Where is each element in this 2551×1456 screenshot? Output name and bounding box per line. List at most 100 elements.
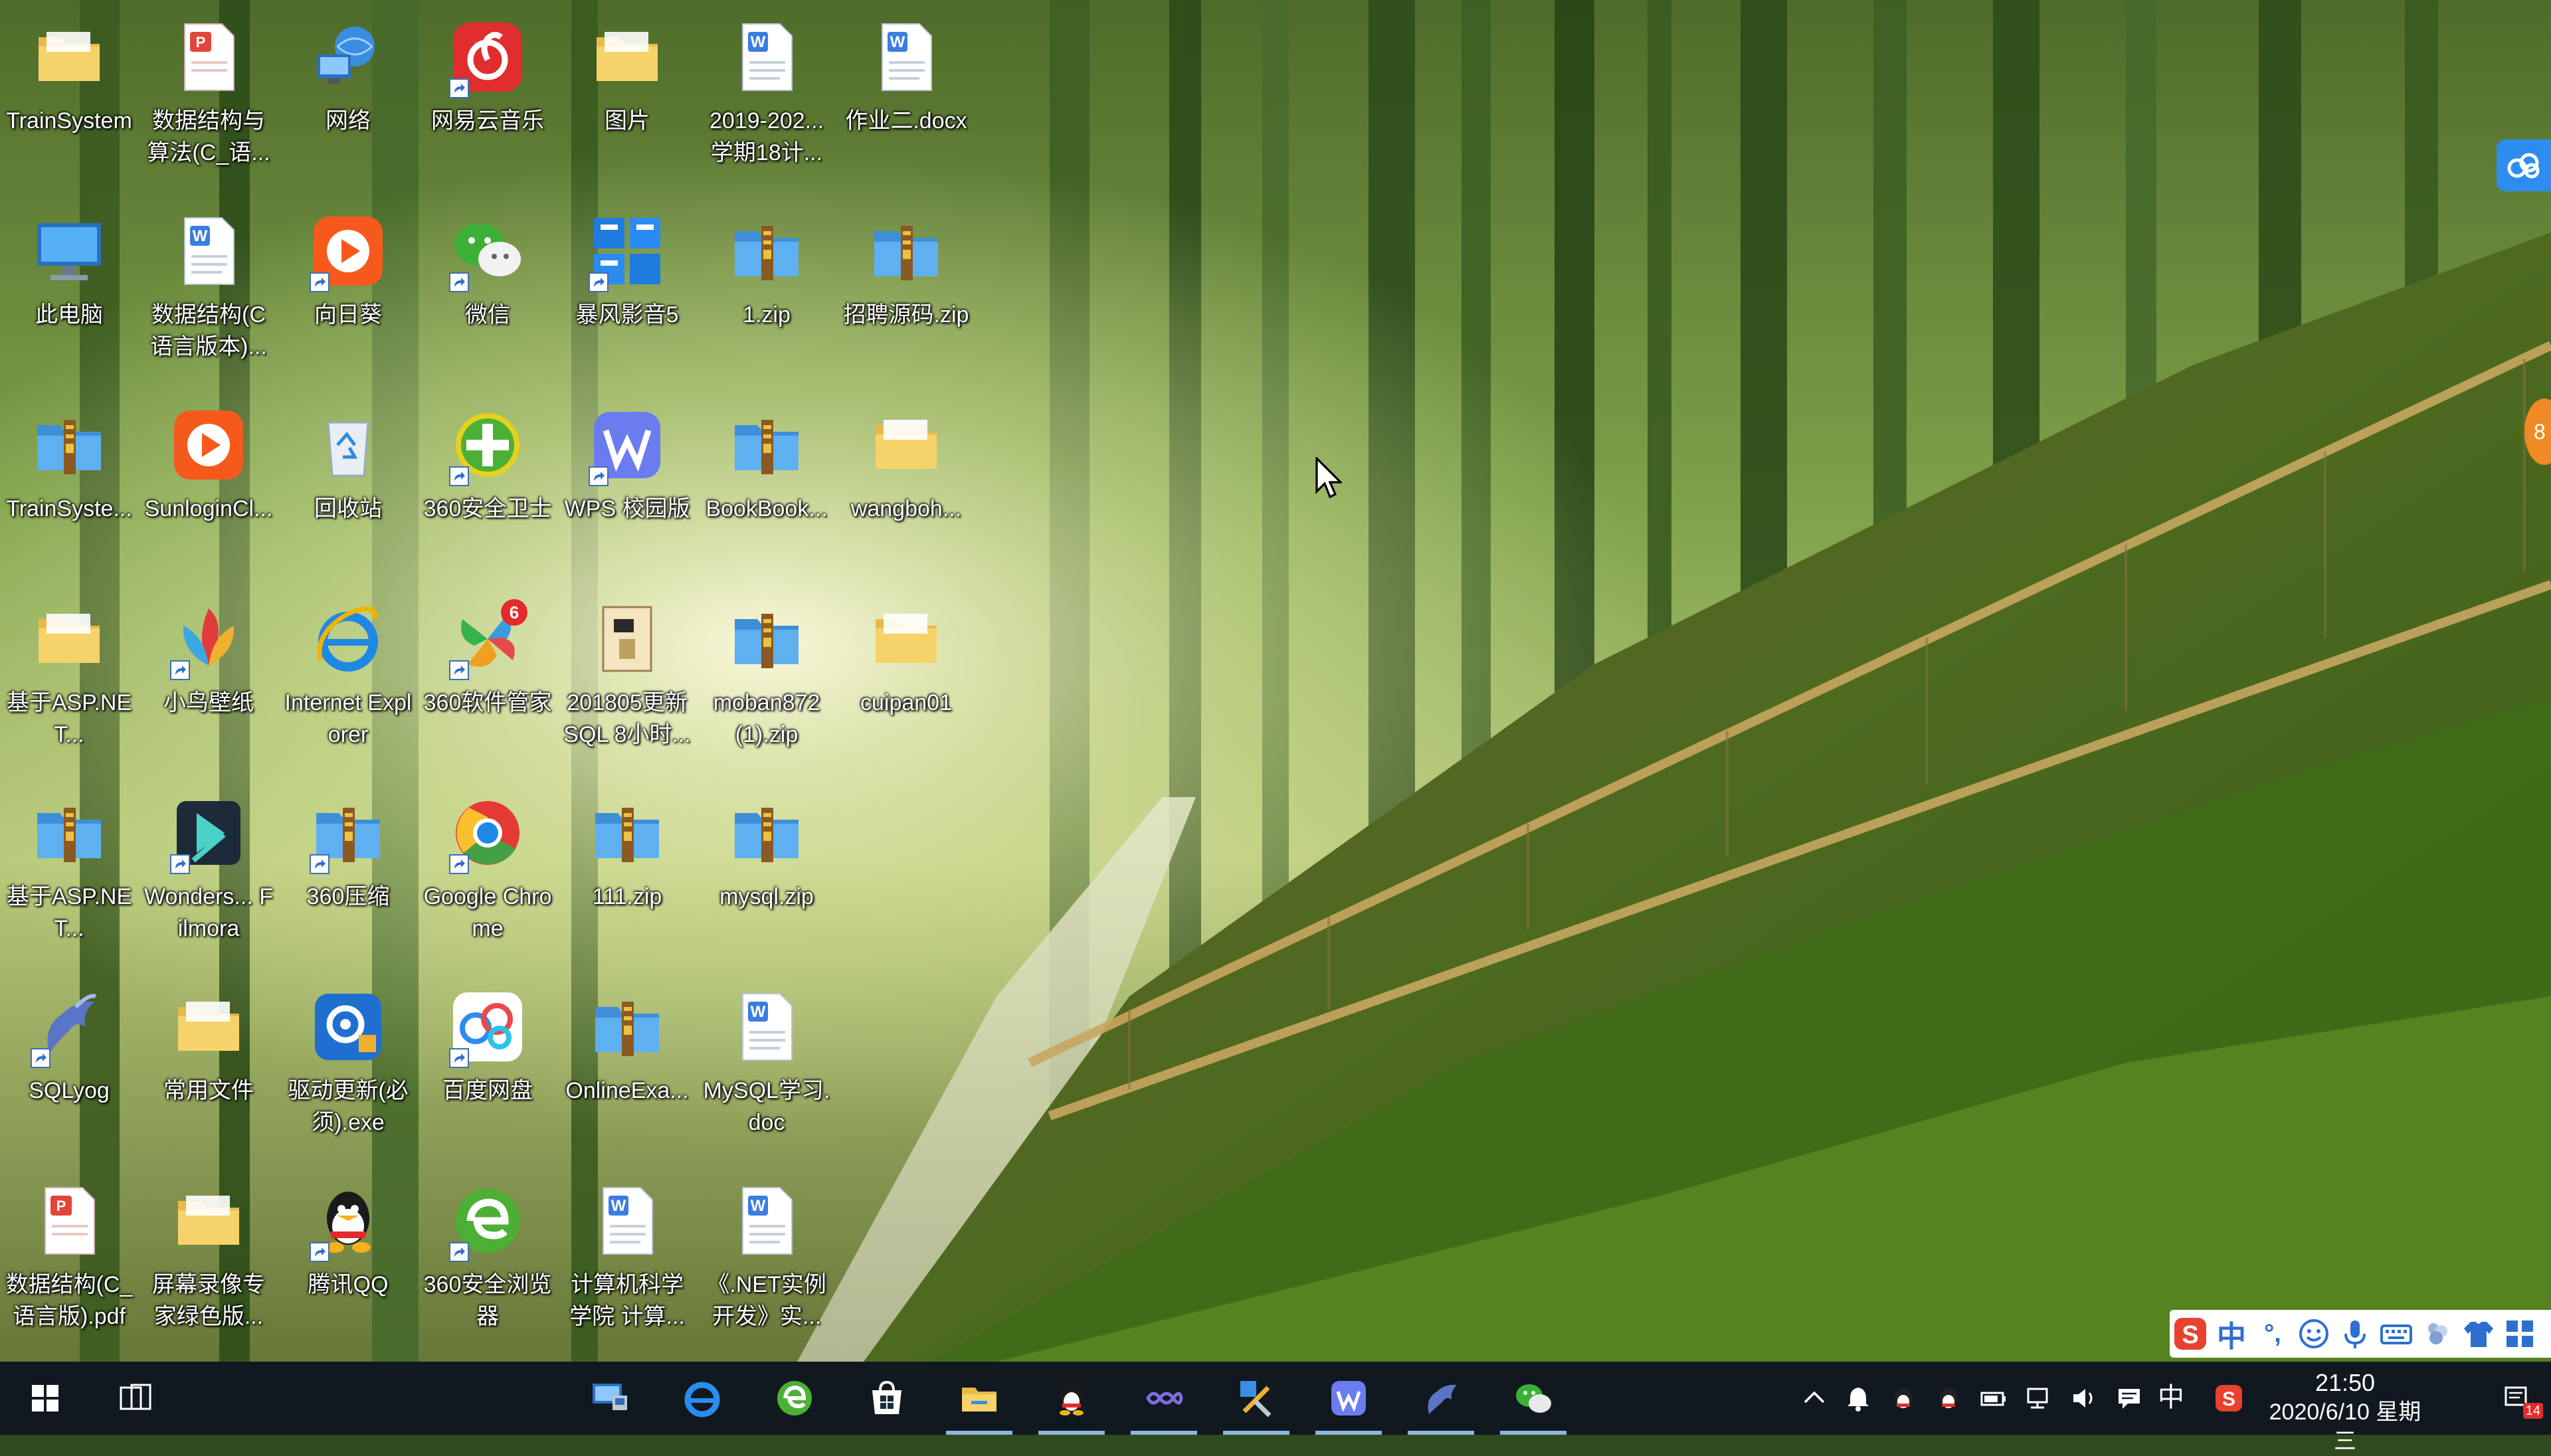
desktop-icon[interactable]: 暴风影音5: [561, 197, 694, 389]
tray-sogou[interactable]: S: [2212, 1382, 2245, 1415]
shortcut-arrow-icon: [449, 272, 469, 292]
task-view-button[interactable]: [93, 1362, 178, 1435]
tray-bell[interactable]: [1842, 1382, 1875, 1415]
desktop-icon[interactable]: W 数据结构(C语言版本)...: [142, 197, 275, 389]
shirt-icon[interactable]: [2458, 1313, 2499, 1354]
desktop-icon[interactable]: TrainSyste...: [3, 391, 136, 583]
desktop-icon-label: moban872(1).zip: [713, 690, 820, 747]
desktop-icon[interactable]: P 数据结构与算法(C_语...: [142, 3, 275, 195]
shortcut-arrow-icon: [449, 660, 469, 680]
file-explorer-icon: [958, 1377, 1000, 1419]
desktop-icon[interactable]: 常用文件: [142, 972, 275, 1165]
tray-message[interactable]: [2113, 1382, 2146, 1415]
taskbar-app-vs[interactable]: [1121, 1362, 1206, 1435]
desktop-icon[interactable]: 6 360软件管家: [421, 585, 554, 777]
desktop-icon-label: Internet Explorer: [284, 690, 412, 747]
taskbar-app-360-browser[interactable]: [752, 1362, 837, 1435]
desktop-icon[interactable]: 360压缩: [282, 778, 415, 971]
desktop-icon[interactable]: 基于ASP.NET...: [3, 778, 136, 971]
tray-network[interactable]: [2022, 1382, 2055, 1415]
sogou-logo-icon[interactable]: S: [2170, 1313, 2211, 1354]
360-browser-icon: [448, 1181, 527, 1262]
taskbar-app-remote-desktop[interactable]: [567, 1362, 652, 1435]
desktop-icon[interactable]: 腾讯QQ: [282, 1166, 415, 1359]
tray-clock[interactable]: 21:50 2020/6/10 星期三: [2265, 1368, 2425, 1456]
desktop-icon[interactable]: 此电脑: [3, 197, 136, 389]
grid-menu-icon[interactable]: [2499, 1313, 2540, 1354]
taskbar-app-wechat[interactable]: [1491, 1362, 1576, 1435]
desktop-icon[interactable]: moban872(1).zip: [700, 585, 833, 777]
sqlyog-icon: [29, 987, 109, 1068]
desktop-icon[interactable]: 百度网盘: [421, 972, 554, 1165]
desktop-icon[interactable]: cuipan01: [840, 585, 973, 777]
svg-text:S: S: [2222, 1388, 2235, 1410]
sogou-ime-toolbar: S 中 °,: [2170, 1310, 2551, 1358]
taskbar-app-sqlyog[interactable]: [1398, 1362, 1483, 1435]
wechat-icon: [448, 211, 527, 292]
desktop-icon[interactable]: WPS 校园版: [561, 391, 694, 583]
chrome-icon: [448, 793, 527, 874]
taskbar-app-qq[interactable]: [1029, 1362, 1114, 1435]
desktop-icon[interactable]: SQLyog: [3, 972, 136, 1165]
taskbar-app-store[interactable]: [844, 1362, 929, 1435]
ime-punct-toggle[interactable]: °,: [2252, 1313, 2293, 1354]
desktop-icon[interactable]: 360安全浏览器: [421, 1166, 554, 1359]
desktop-icon-label: wangboh...: [850, 496, 962, 521]
desktop-icon[interactable]: 360安全卫士: [421, 391, 554, 583]
desktop-icon[interactable]: W 计算机科学学院 计算...: [561, 1166, 694, 1359]
ime-mode-toggle[interactable]: 中: [2211, 1313, 2252, 1354]
desktop-icon[interactable]: 屏幕录像专家绿色版...: [142, 1166, 275, 1359]
shortcut-arrow-icon: [449, 854, 469, 874]
shortcut-arrow-icon: [449, 1242, 469, 1262]
tray-qq-2[interactable]: [1932, 1382, 1965, 1415]
desktop-icon[interactable]: Wonders... Filmora: [142, 778, 275, 971]
keyboard-icon[interactable]: [2376, 1313, 2417, 1354]
desktop-icon[interactable]: 图片: [561, 3, 694, 195]
start-button[interactable]: [3, 1362, 88, 1435]
desktop-icon[interactable]: Google Chrome: [421, 778, 554, 971]
svg-text:W: W: [611, 1197, 626, 1215]
desktop-icon[interactable]: W MySQL学习.doc: [700, 972, 833, 1165]
desktop-icon[interactable]: SunloginCl...: [142, 391, 275, 583]
desktop-icon[interactable]: mysql.zip: [700, 778, 833, 971]
desktop-icon[interactable]: OnlineExa...: [561, 972, 694, 1165]
emoji-icon[interactable]: [2293, 1313, 2334, 1354]
desktop-icon[interactable]: 微信: [421, 197, 554, 389]
shortcut-arrow-icon: [449, 78, 469, 98]
desktop-icon[interactable]: BookBook...: [700, 391, 833, 583]
tray-qq-1[interactable]: [1887, 1382, 1920, 1415]
desktop-icon[interactable]: Internet Explorer: [282, 585, 415, 777]
desktop-icon-label: 招聘源码.zip: [843, 302, 969, 327]
desktop-icon[interactable]: 1.zip: [700, 197, 833, 389]
desktop-icon[interactable]: 网易云音乐: [421, 3, 554, 195]
taskbar-app-wps[interactable]: [1306, 1362, 1391, 1435]
tray-battery[interactable]: [1977, 1382, 2010, 1415]
desktop-icon[interactable]: TrainSystem: [3, 3, 136, 195]
taskbar-app-tools[interactable]: [1214, 1362, 1299, 1435]
360-software-icon: 6: [448, 599, 527, 680]
show-hidden-icons-button[interactable]: [1798, 1382, 1831, 1415]
taskbar-app-edge[interactable]: [660, 1362, 745, 1435]
desktop-icon[interactable]: W 作业二.docx: [840, 3, 973, 195]
desktop-icon[interactable]: 向日葵: [282, 197, 415, 389]
desktop-icon[interactable]: W 2019-202...学期18计...: [700, 3, 833, 195]
desktop-icon[interactable]: 111.zip: [561, 778, 694, 971]
desktop-icon[interactable]: 回收站: [282, 391, 415, 583]
desktop-icon[interactable]: P 数据结构(C_语言版).pdf: [3, 1166, 136, 1359]
taskbar-app-file-explorer[interactable]: [937, 1362, 1022, 1435]
desktop-icon[interactable]: 基于ASP.NET...: [3, 585, 136, 777]
desktop-icon[interactable]: 招聘源码.zip: [840, 197, 973, 389]
action-center-button[interactable]: 14: [2498, 1382, 2543, 1419]
desktop-icon[interactable]: 驱动更新(必须).exe: [282, 972, 415, 1165]
skin-icon[interactable]: [2417, 1313, 2458, 1354]
desktop-icon[interactable]: W 《.NET实例开发》实...: [700, 1166, 833, 1359]
tray-volume[interactable]: [2067, 1382, 2101, 1415]
tray-ime-indicator[interactable]: 中: [2158, 1379, 2184, 1416]
desktop-icon[interactable]: 网络: [282, 3, 415, 195]
desktop-icon[interactable]: 201805更新SQL 8小时...: [561, 585, 694, 777]
chevron-up-icon: [1804, 1391, 1825, 1404]
microphone-icon[interactable]: [2334, 1313, 2376, 1354]
desktop-icon[interactable]: 小鸟壁纸: [142, 585, 275, 777]
desktop-icon[interactable]: wangboh...: [840, 391, 973, 583]
baidu-netdisk-float-widget[interactable]: [2497, 139, 2551, 191]
